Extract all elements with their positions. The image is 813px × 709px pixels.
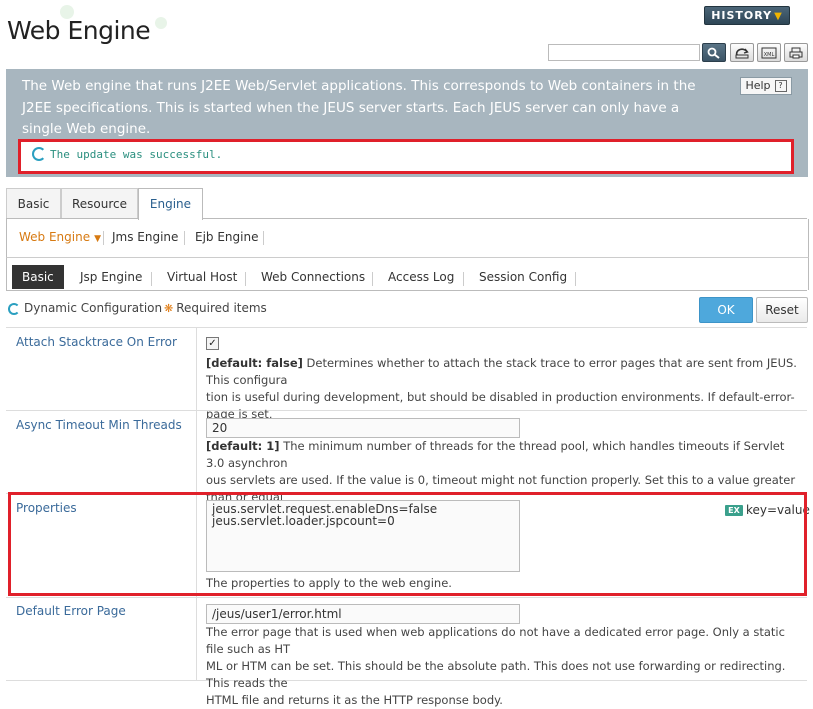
search-button[interactable] (702, 43, 726, 62)
help-label: Help (745, 79, 771, 92)
attach-stacktrace-checkbox[interactable]: ✓ (206, 337, 219, 350)
subtab-label: Web Engine (19, 230, 91, 244)
async-timeout-label: Async Timeout Min Threads (16, 418, 182, 432)
attach-stacktrace-label: Attach Stacktrace On Error (16, 335, 177, 349)
separator (463, 272, 464, 286)
separator (575, 272, 576, 286)
legend-dynamic: Dynamic Configuration (8, 301, 162, 315)
tab-resource[interactable]: Resource (61, 188, 138, 219)
legend-required: ❋ Required items (164, 301, 267, 315)
separator (263, 231, 264, 245)
search-input[interactable] (548, 44, 700, 61)
tab-engine[interactable]: Engine (138, 188, 203, 220)
separator (103, 231, 104, 245)
xml-export-button[interactable]: XML (757, 43, 781, 62)
separator (245, 272, 246, 286)
row-divider (6, 327, 807, 328)
async-timeout-input[interactable]: 20 (206, 418, 520, 438)
caret-down-icon: ▼ (94, 234, 102, 244)
chevron-down-icon: ▼ (774, 11, 783, 22)
tab-basic[interactable]: Basic (6, 188, 61, 219)
dynamic-config-icon (8, 302, 20, 315)
highlight-box (8, 492, 807, 596)
print-button[interactable] (784, 43, 808, 62)
section-tab-session-config[interactable]: Session Config (479, 270, 567, 284)
refresh-button[interactable] (730, 43, 754, 62)
legend-dynamic-label: Dynamic Configuration (24, 301, 163, 315)
refresh-icon (735, 47, 749, 58)
section-divider (6, 290, 807, 291)
ok-button[interactable]: OK (699, 297, 753, 323)
default-value: [default: false] (206, 356, 303, 370)
reset-button[interactable]: Reset (756, 297, 808, 323)
row-divider (6, 597, 807, 598)
page-title: Web Engine (7, 16, 151, 45)
history-label: HISTORY (711, 9, 773, 22)
description-text: The Web engine that runs J2EE Web/Servle… (22, 78, 696, 137)
svg-text:XML: XML (764, 52, 775, 58)
section-tab-jsp-engine[interactable]: Jsp Engine (80, 270, 142, 284)
legend-required-label: Required items (176, 301, 267, 315)
section-tab-basic[interactable]: Basic (12, 265, 64, 289)
help-icon: ? (774, 80, 787, 92)
print-icon (789, 47, 803, 58)
default-error-page-label: Default Error Page (16, 604, 126, 618)
section-tab-access-log[interactable]: Access Log (388, 270, 454, 284)
separator (372, 272, 373, 286)
subtab-web-engine[interactable]: Web Engine ▼ (19, 230, 101, 244)
default-error-page-input[interactable]: /jeus/user1/error.html (206, 604, 520, 624)
section-tab-web-connections[interactable]: Web Connections (261, 270, 365, 284)
subtab-ejb-engine[interactable]: Ejb Engine (195, 230, 258, 244)
separator (184, 231, 185, 245)
help-button[interactable]: Help? (740, 77, 792, 95)
separator (151, 272, 152, 286)
section-tab-virtual-host[interactable]: Virtual Host (167, 270, 237, 284)
xml-icon: XML (761, 47, 777, 58)
default-value: [default: 1] (206, 439, 280, 453)
decor-circle (155, 17, 167, 29)
subtab-jms-engine[interactable]: Jms Engine (112, 230, 178, 244)
refresh-icon (32, 147, 46, 161)
status-message: The update was successful. (50, 148, 223, 161)
default-error-page-description: The error page that is used when web app… (206, 625, 786, 707)
search-icon (707, 47, 720, 59)
history-button[interactable]: HISTORY ▼ (704, 6, 790, 25)
required-gear-icon: ❋ (164, 302, 174, 315)
